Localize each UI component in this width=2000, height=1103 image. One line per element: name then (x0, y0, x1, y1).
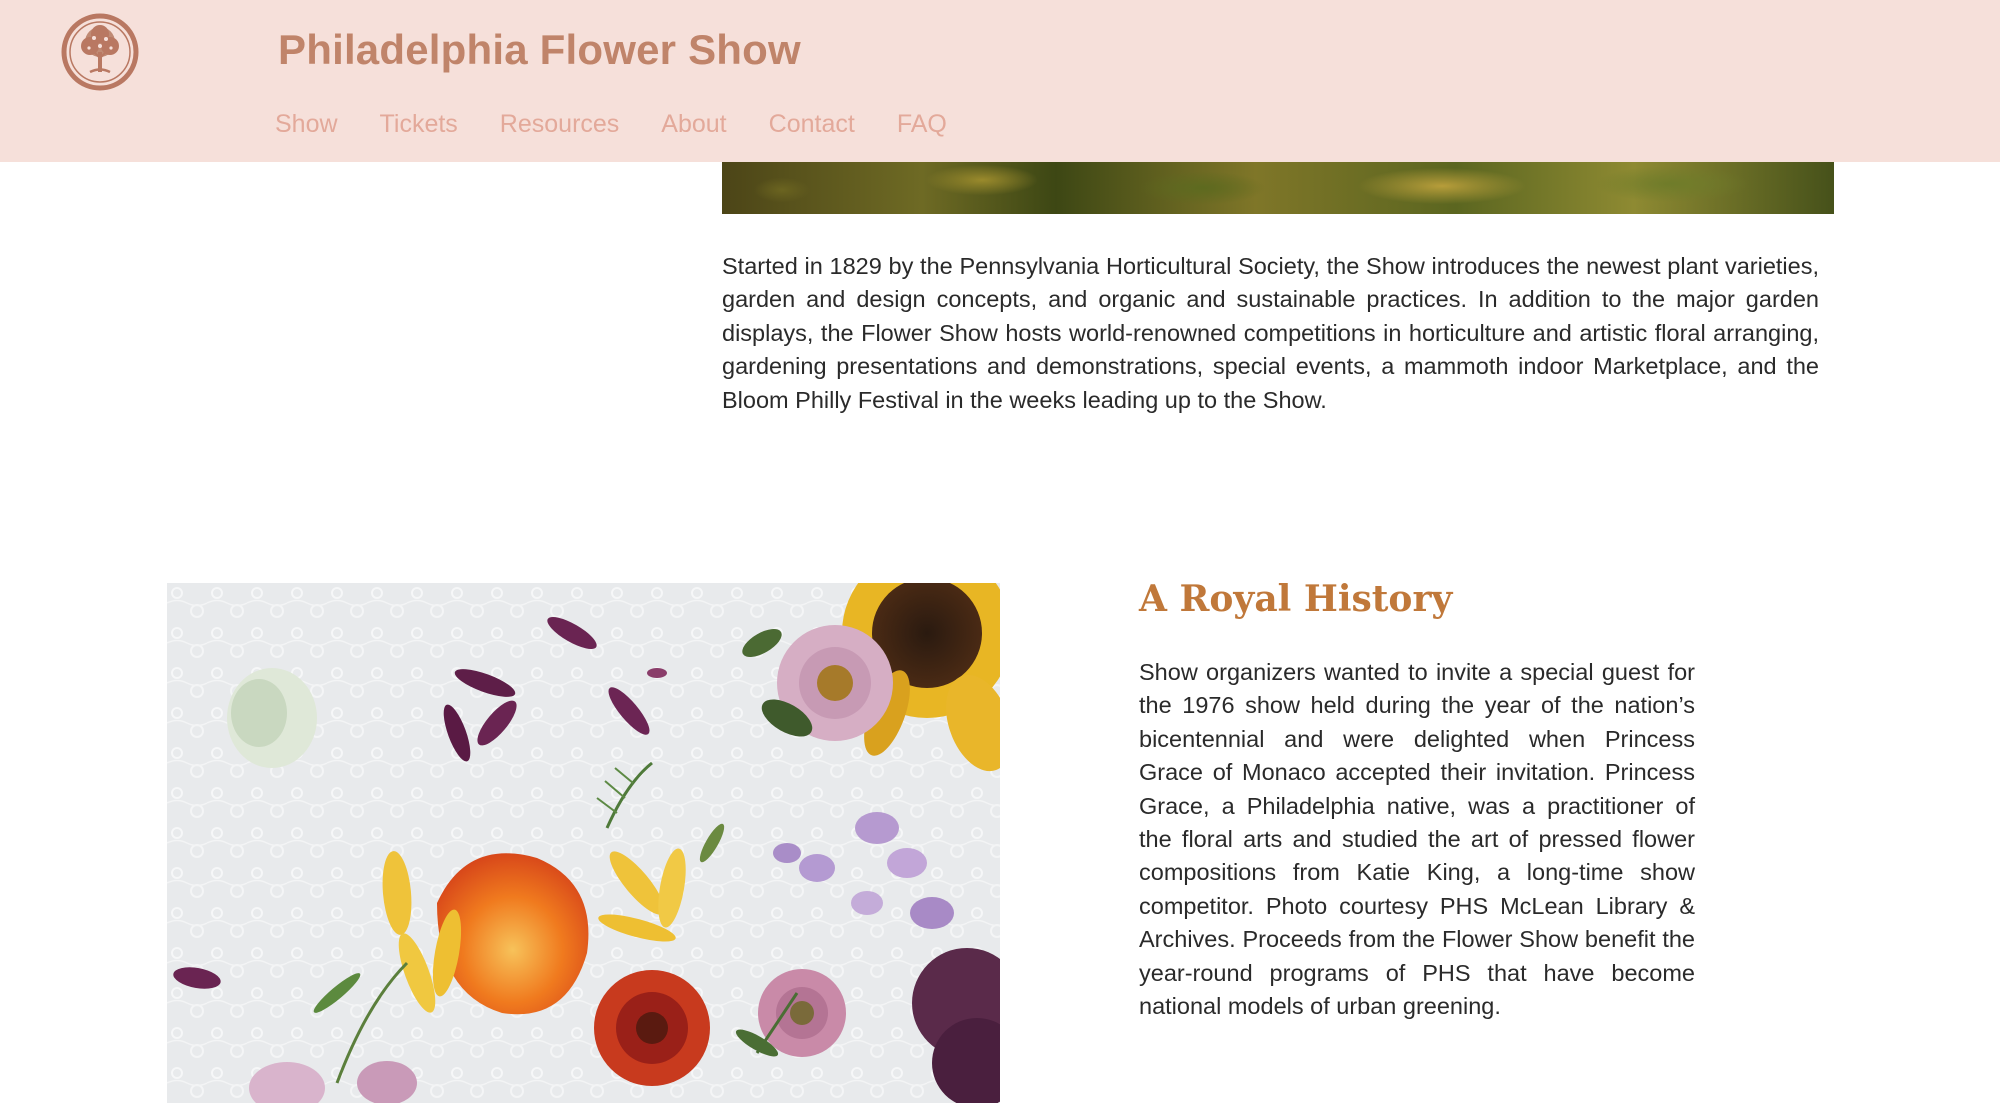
tree-icon[interactable] (60, 12, 140, 92)
nav-about[interactable]: About (661, 110, 726, 139)
section-heading: A Royal History (1139, 578, 1453, 620)
site-title[interactable]: Philadelphia Flower Show (278, 26, 801, 74)
nav-show[interactable]: Show (275, 110, 338, 139)
page: Philadelphia Flower Show Show Tickets Re… (0, 0, 2000, 1103)
nav-resources[interactable]: Resources (500, 110, 620, 139)
history-paragraph: Show organizers wanted to invite a speci… (1139, 659, 1695, 1020)
nav-contact[interactable]: Contact (769, 110, 855, 139)
site-header: Philadelphia Flower Show Show Tickets Re… (0, 0, 2000, 162)
intro-paragraph: Started in 1829 by the Pennsylvania Hort… (722, 253, 1819, 413)
nav-faq[interactable]: FAQ (897, 110, 947, 139)
pressed-flowers-image (167, 583, 1000, 1103)
main-nav: Show Tickets Resources About Contact FAQ (275, 110, 989, 139)
nav-tickets[interactable]: Tickets (380, 110, 458, 139)
